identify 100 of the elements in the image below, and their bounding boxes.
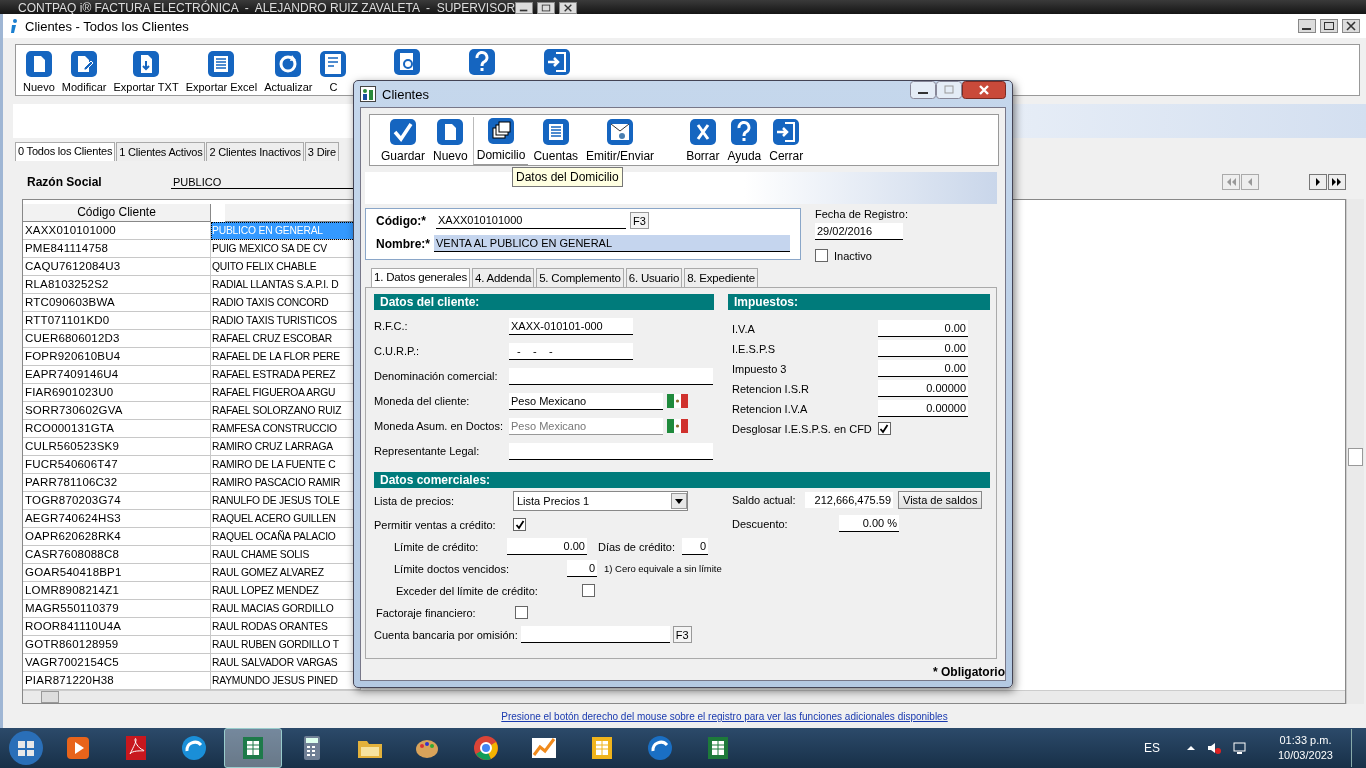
- app-title: CONTPAQ i® FACTURA ELECTRÓNICA - ALEJANDRO RUIZ ZAVALETA - SUPERVISOR: [18, 2, 516, 14]
- filter-label: Razón Social: [27, 175, 103, 189]
- tab[interactable]: 2 Clientes Inactivos: [206, 142, 304, 161]
- field-label: Código:*: [376, 213, 427, 228]
- tab[interactable]: 4. Addenda: [471, 268, 535, 287]
- table-cell: FIAR6901023U0: [23, 384, 211, 402]
- minimize-icon[interactable]: [1298, 19, 1316, 33]
- section-header: Datos del cliente:: [374, 294, 714, 310]
- refresh-icon: [274, 50, 303, 78]
- input-field[interactable]: [509, 442, 713, 460]
- table-cell: TOGR870203G74: [23, 492, 211, 510]
- field-label: C.U.R.P.:: [374, 345, 421, 357]
- field-label: Nombre:*: [376, 236, 430, 251]
- input-field[interactable]: 0.00 %: [839, 515, 899, 532]
- network-icon[interactable]: [1231, 740, 1248, 756]
- tab[interactable]: 3 Dire: [304, 142, 339, 161]
- lookup-button[interactable]: F3: [630, 212, 649, 229]
- input-field[interactable]: 0: [567, 560, 597, 577]
- vertical-scrollbar[interactable]: [1346, 199, 1364, 704]
- start-button-icon[interactable]: [8, 730, 44, 766]
- table-cell: GOAR540418BP1: [23, 564, 211, 582]
- toolbar-button[interactable]: Nuevo: [430, 118, 471, 165]
- minimize-icon[interactable]: [515, 2, 534, 14]
- close-icon[interactable]: [962, 81, 1006, 99]
- field-label: Saldo actual:: [732, 494, 797, 506]
- muted-speaker-icon[interactable]: [1205, 740, 1222, 756]
- input-field[interactable]: - - -: [509, 342, 633, 360]
- toolbar-button[interactable]: Modificar: [60, 50, 108, 95]
- table-cell: CUER6806012D3: [23, 330, 211, 348]
- tab[interactable]: 0 Todos los Clientes: [15, 142, 116, 161]
- maximize-icon[interactable]: [1320, 19, 1338, 33]
- next-page-icon[interactable]: [1309, 174, 1327, 190]
- toolbar-button[interactable]: Domicilio: [472, 117, 529, 165]
- input-field[interactable]: 0: [682, 538, 709, 555]
- column-header[interactable]: Código Cliente: [23, 204, 211, 222]
- input-field[interactable]: VENTA AL PUBLICO EN GENERAL: [434, 235, 790, 252]
- horizontal-scrollbar[interactable]: [23, 690, 1345, 703]
- field-label: Lista de precios:: [374, 495, 456, 507]
- lookup-button[interactable]: F3: [672, 626, 692, 643]
- close-icon[interactable]: [559, 2, 578, 14]
- input-field[interactable]: 0.00: [878, 320, 968, 337]
- maximize-icon[interactable]: [537, 2, 556, 14]
- dropdown[interactable]: Lista Precios 1: [513, 491, 688, 511]
- balances-button[interactable]: Vista de saldos: [898, 491, 983, 509]
- language-indicator[interactable]: ES: [1143, 741, 1160, 755]
- mexico-flag-icon: [667, 394, 688, 408]
- field-label: Moneda Asum. en Doctos:: [374, 420, 504, 432]
- tab[interactable]: 1. Datos generales: [371, 268, 470, 287]
- toolbar-button[interactable]: Exportar TXT: [112, 50, 180, 95]
- browser-icon: [471, 733, 501, 763]
- balance-field: 212,666,475.59: [805, 492, 893, 508]
- date-field[interactable]: 29/02/2016: [815, 223, 903, 240]
- field-label: Factoraje financiero:: [376, 606, 477, 619]
- required-note: * Obligatorio: [933, 665, 1005, 679]
- table-cell: SORR730602GVA: [23, 402, 211, 420]
- section-header: Datos comerciales:: [374, 472, 990, 488]
- document-icon: [24, 50, 53, 78]
- hint-text: 1) Cero equivale a sin límite: [604, 563, 722, 574]
- toolbar-button[interactable]: C: [318, 50, 349, 95]
- mexico-flag-icon: [667, 419, 688, 433]
- input-field[interactable]: [520, 626, 670, 643]
- toolbar-button[interactable]: Cuentas: [530, 118, 582, 165]
- table-cell: FOPR920610BU4: [23, 348, 211, 366]
- tab[interactable]: 6. Usuario: [625, 268, 683, 287]
- toolbar-button[interactable]: Nuevo: [22, 50, 56, 95]
- toolbar-button[interactable]: Ayuda: [724, 118, 765, 165]
- toolbar-button[interactable]: Exportar Excel: [184, 50, 259, 95]
- toolbar-button[interactable]: Emitir/Enviar: [583, 118, 658, 165]
- edit-document-icon: [70, 50, 99, 78]
- checkbox[interactable]: [513, 518, 526, 531]
- input-field[interactable]: 0.00: [878, 360, 968, 377]
- toolbar-button[interactable]: Guardar: [378, 118, 429, 165]
- checkbox[interactable]: [877, 422, 891, 435]
- field-label: Fecha de Registro:: [815, 208, 908, 220]
- input-field[interactable]: Peso Mexicano: [509, 392, 663, 410]
- input-field[interactable]: 0.00: [507, 538, 587, 555]
- last-page-icon[interactable]: [1328, 174, 1346, 190]
- field-label: I.E.S.P.S: [732, 342, 776, 355]
- toolbar-button[interactable]: Cerrar: [766, 118, 807, 165]
- tab[interactable]: 1 Clientes Activos: [116, 142, 206, 161]
- checkbox[interactable]: [815, 249, 828, 262]
- tooltip: Datos del Domicilio: [512, 167, 623, 187]
- toolbar-button[interactable]: Actualizar: [263, 50, 314, 95]
- table-cell: OAPR620628RK4: [23, 528, 211, 546]
- field-label: Cuenta bancaria por omisión:: [374, 628, 518, 641]
- table-cell: LOMR8908214Z1: [23, 582, 211, 600]
- input-field[interactable]: XAXX-010101-000: [509, 317, 633, 335]
- input-field[interactable]: 0.00000: [878, 400, 968, 417]
- tray-arrow-icon[interactable]: [1185, 743, 1196, 753]
- checkbox[interactable]: [515, 606, 528, 619]
- checkbox[interactable]: [582, 584, 595, 597]
- input-field[interactable]: 0.00000: [878, 380, 968, 397]
- toolbar-button[interactable]: Borrar: [683, 118, 723, 165]
- input-field[interactable]: 0.00: [878, 340, 968, 357]
- input-field[interactable]: [509, 367, 713, 385]
- minimize-icon[interactable]: [910, 81, 936, 99]
- tab[interactable]: 8. Expediente: [684, 268, 758, 287]
- tab[interactable]: 5. Complemento: [536, 268, 624, 287]
- close-icon[interactable]: [1342, 19, 1360, 33]
- exit-door-icon: [543, 48, 572, 76]
